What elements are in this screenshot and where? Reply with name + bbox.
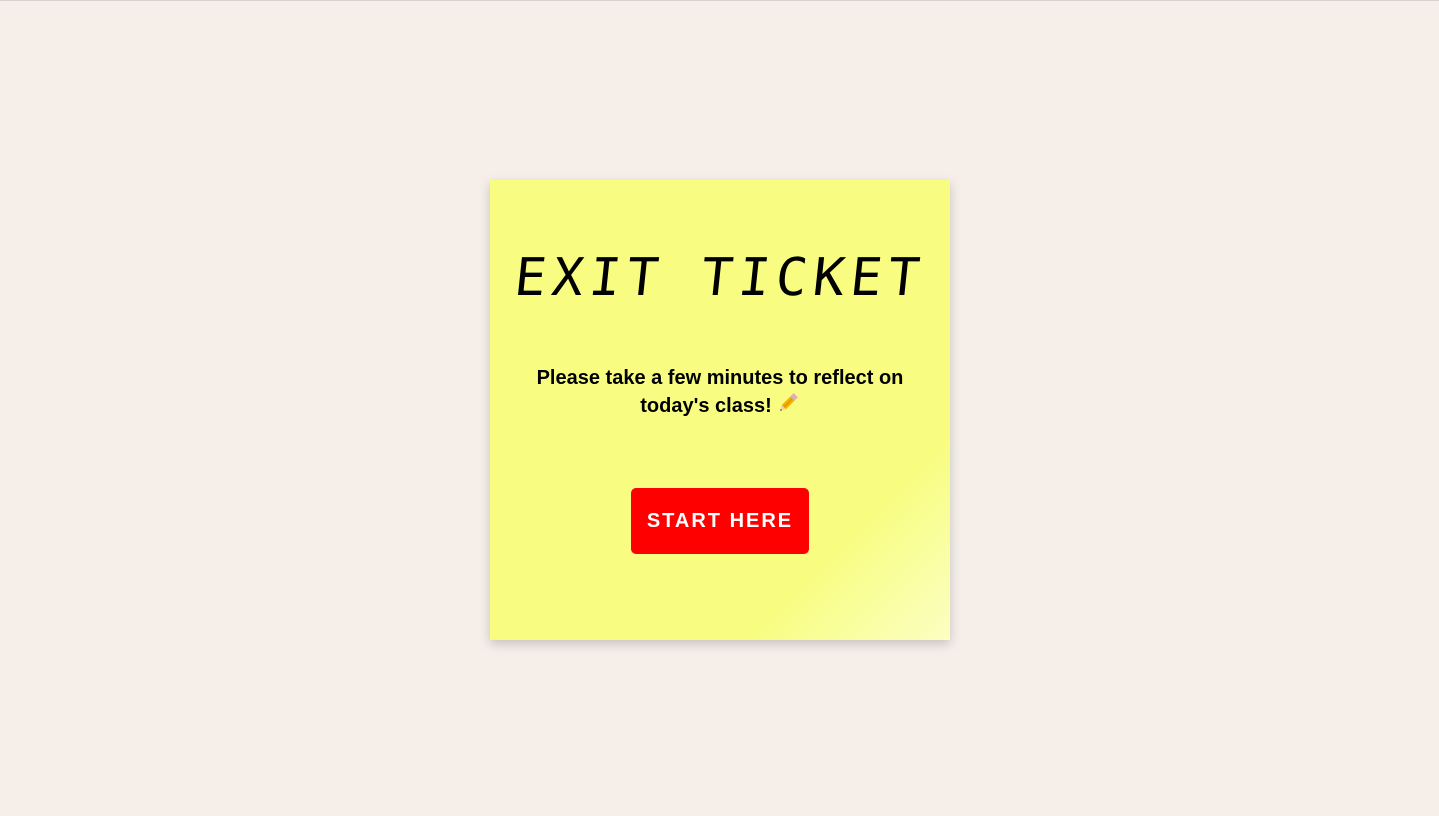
pencil-icon [776,391,800,422]
page-title: EXIT TICKET [511,248,929,308]
reflection-prompt-text: Please take a few minutes to reflect on … [536,367,904,417]
page: EXIT TICKET Please take a few minutes to… [0,0,1439,816]
exit-ticket-card: EXIT TICKET Please take a few minutes to… [490,180,950,640]
reflection-prompt: Please take a few minutes to reflect on … [530,366,910,422]
start-here-button[interactable]: START HERE [631,488,809,554]
